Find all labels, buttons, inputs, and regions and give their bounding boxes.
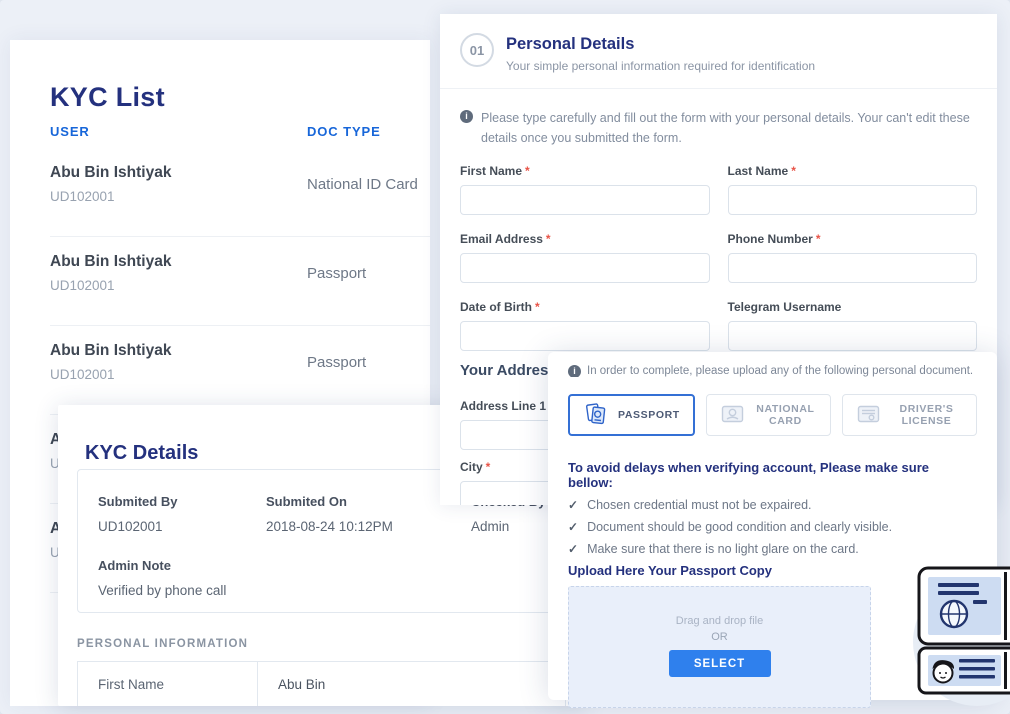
file-dropzone[interactable]: Drag and drop file OR SELECT — [568, 586, 871, 708]
required-asterisk — [543, 232, 551, 246]
upload-note: In order to complete, please upload any … — [568, 365, 977, 377]
user-name: Abu Bin Ishtiyak — [50, 253, 171, 271]
form-field: First Name — [460, 164, 710, 215]
checklist-item: Document should be good condition and cl… — [568, 520, 977, 534]
field-label: Phone Number — [728, 232, 978, 246]
checked-by-value: Admin — [471, 519, 545, 534]
form-fields-grid: First Name Last Name Email Address — [460, 164, 977, 368]
doc-type-value: Passport — [307, 265, 366, 282]
national-card-icon — [720, 402, 745, 429]
doc-type-value: Passport — [307, 354, 366, 371]
user-id: UD102001 — [50, 278, 115, 293]
checkmark-icon — [568, 498, 578, 512]
kyc-details-title: KYC Details — [85, 442, 198, 465]
field-label: First Name — [460, 164, 710, 178]
submitted-on-block: Submited On 2018-08-24 10:12PM — [266, 494, 393, 534]
required-asterisk — [483, 460, 491, 474]
step-number-badge: 01 — [460, 33, 494, 67]
text-input[interactable] — [460, 185, 710, 215]
upload-note-text: In order to complete, please upload any … — [587, 365, 973, 377]
doc-type-value: National ID Card — [307, 176, 418, 193]
submitted-by-label: Submited By — [98, 494, 177, 509]
text-input[interactable] — [460, 321, 710, 351]
id-cards-illustration — [893, 553, 1010, 714]
form-field: Last Name — [728, 164, 978, 215]
personal-details-subtitle: Your simple personal information require… — [506, 59, 815, 73]
kyc-admin-screen: KYC List USER DOC TYPE Abu Bin Ishtiyak … — [0, 0, 1010, 714]
text-input[interactable] — [460, 253, 710, 283]
text-input[interactable] — [728, 185, 978, 215]
kyc-list-column-headers: USER DOC TYPE — [50, 124, 430, 139]
checklist-item: Chosen credential must not be expaired. — [568, 498, 977, 512]
required-asterisk — [532, 300, 540, 314]
form-note: Please type carefully and fill out the f… — [460, 108, 996, 148]
kyc-list-row[interactable]: Abu Bin Ishtiyak UD102001 National ID Ca… — [50, 148, 430, 237]
admin-note-value: Verified by phone call — [98, 583, 226, 598]
or-text: OR — [569, 631, 870, 643]
field-label: Date of Birth — [460, 300, 710, 314]
submitted-on-value: 2018-08-24 10:12PM — [266, 519, 393, 534]
field-label: Email Address — [460, 232, 710, 246]
national-card-option-label: NATIONAL CARD — [754, 403, 817, 427]
form-field: Phone Number — [728, 232, 978, 283]
column-header-user: USER — [50, 124, 90, 139]
personal-information-table: First Name Abu Bin — [77, 661, 566, 706]
personal-information-heading: PERSONAL INFORMATION — [77, 638, 248, 650]
user-id: UD102001 — [50, 367, 115, 382]
national-card-option-button[interactable]: NATIONAL CARD — [706, 394, 831, 436]
form-field: Email Address — [460, 232, 710, 283]
personal-details-header: 01 Personal Details Your simple personal… — [440, 14, 997, 89]
drivers-license-option-button[interactable]: DRIVER'S LICENSE — [842, 394, 977, 436]
user-id: UD102001 — [50, 189, 115, 204]
column-header-doc-type: DOC TYPE — [307, 124, 381, 139]
doc-type-options: PASSPORT NATIONAL CARD — [568, 394, 977, 436]
text-input[interactable] — [728, 253, 978, 283]
user-name: Abu Bin Ishtiyak — [50, 164, 171, 182]
user-name: Abu Bin Ishtiyak — [50, 342, 171, 360]
field-label: Last Name — [728, 164, 978, 178]
required-asterisk — [522, 164, 530, 178]
drag-drop-text: Drag and drop file — [569, 615, 870, 627]
text-input[interactable] — [728, 321, 978, 351]
verification-checklist: Chosen credential must not be expaired. … — [568, 498, 977, 556]
drivers-license-icon — [856, 402, 881, 429]
passport-option-button[interactable]: PASSPORT — [568, 394, 695, 436]
checkmark-icon — [568, 520, 578, 534]
field-label: Telegram Username — [728, 300, 978, 314]
form-field: Telegram Username — [728, 300, 978, 351]
required-asterisk — [813, 232, 821, 246]
checklist-item-text: Make sure that there is no light glare o… — [587, 542, 859, 556]
required-asterisk — [788, 164, 796, 178]
submitted-by-block: Submited By UD102001 — [98, 494, 177, 534]
form-field: Date of Birth — [460, 300, 710, 351]
info-icon — [568, 365, 581, 377]
kyc-list-row[interactable]: Abu Bin Ishtiyak UD102001 Passport — [50, 237, 430, 326]
personal-details-title: Personal Details — [506, 35, 634, 54]
checklist-item-text: Document should be good condition and cl… — [587, 520, 892, 534]
checkmark-icon — [568, 542, 578, 556]
checklist-item-text: Chosen credential must not be expaired. — [587, 498, 811, 512]
admin-note-label: Admin Note — [98, 558, 226, 573]
form-note-text: Please type carefully and fill out the f… — [481, 111, 970, 145]
submitted-by-value: UD102001 — [98, 519, 177, 534]
submitted-on-label: Submited On — [266, 494, 393, 509]
select-file-button[interactable]: SELECT — [669, 650, 771, 677]
info-row-label: First Name — [78, 662, 258, 706]
info-icon — [460, 110, 473, 123]
drivers-license-option-label: DRIVER'S LICENSE — [890, 403, 963, 427]
verification-notice-title: To avoid delays when verifying account, … — [568, 460, 977, 490]
kyc-list-title: KYC List — [50, 82, 165, 113]
passport-icon — [583, 402, 609, 429]
admin-note-block: Admin Note Verified by phone call — [98, 558, 226, 598]
passport-option-label: PASSPORT — [618, 409, 680, 421]
kyc-list-row[interactable]: Abu Bin Ishtiyak UD102001 Passport — [50, 326, 430, 415]
info-row-value: Abu Bin — [258, 662, 325, 706]
